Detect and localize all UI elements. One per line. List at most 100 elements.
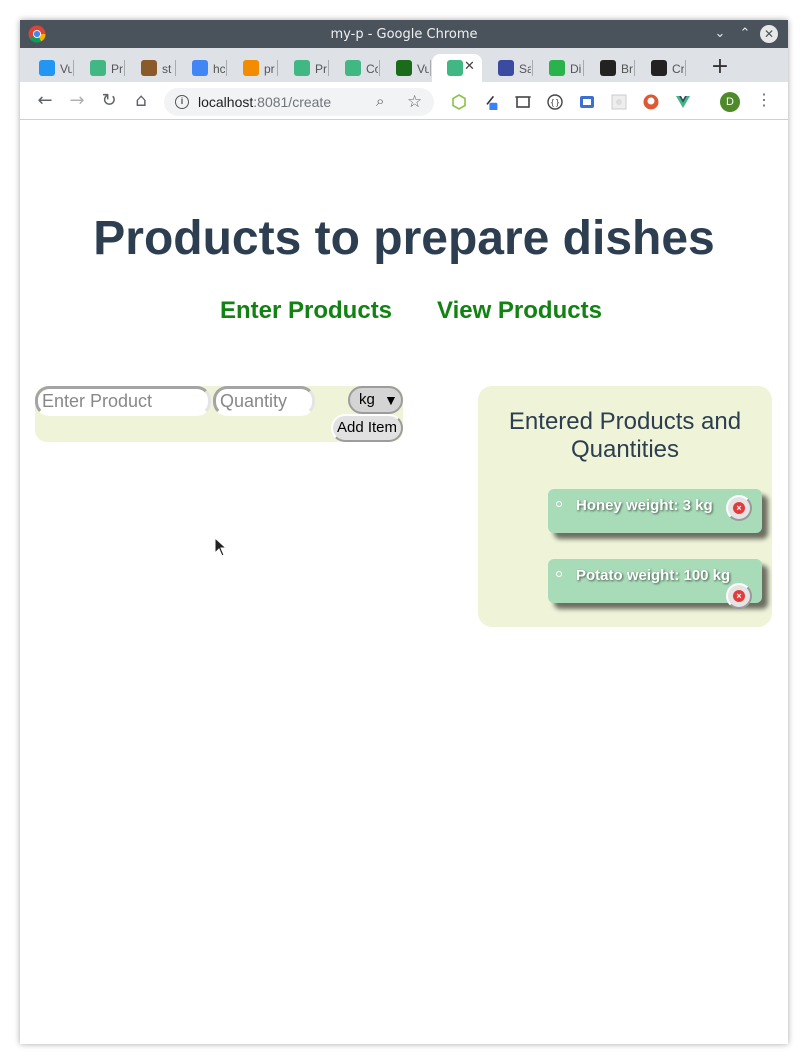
nodejs-extension-icon[interactable]: [451, 94, 467, 110]
url-host: localhost: [198, 94, 254, 110]
browser-tab[interactable]: ✕: [432, 54, 482, 82]
eyedropper-extension-icon[interactable]: [483, 94, 499, 110]
duckduckgo-extension-icon[interactable]: [643, 94, 659, 110]
remove-item-button[interactable]: ×: [726, 583, 752, 609]
github-favicon-icon: [651, 60, 667, 76]
list-heading: Entered Products and Quantities: [508, 408, 742, 463]
add-item-button[interactable]: Add Item: [331, 414, 403, 442]
back-button[interactable]: ←: [34, 91, 56, 113]
tab-label: Pr: [315, 62, 327, 76]
browser-tab[interactable]: Cc: [330, 54, 380, 82]
remove-icon: ×: [733, 502, 745, 514]
list-item: Honey weight: 3 kg ×: [548, 489, 762, 533]
screenshot-extension-icon[interactable]: [515, 94, 531, 110]
tab-label: Pr: [111, 62, 123, 76]
stack-favicon-icon: [141, 60, 157, 76]
scales-favicon-icon: [498, 60, 514, 76]
title-bar: my-p - Google Chrome ⌄ ⌃ ✕: [20, 20, 788, 48]
browser-tab[interactable]: Br: [585, 54, 635, 82]
tab-separator: [379, 60, 380, 76]
grid-extension-icon[interactable]: [611, 94, 627, 110]
tab-label: st: [162, 62, 172, 76]
github-favicon-icon: [600, 60, 616, 76]
vue-devtools-extension-icon[interactable]: [675, 94, 691, 110]
google-favicon-icon: [192, 60, 208, 76]
enter-products-link[interactable]: Enter Products: [220, 297, 392, 325]
bullet-icon: [556, 501, 562, 507]
info-icon[interactable]: i: [175, 95, 189, 109]
browser-tab[interactable]: Pr: [279, 54, 329, 82]
window-title: my-p - Google Chrome: [330, 27, 478, 42]
tab-separator: [226, 60, 227, 76]
address-bar[interactable]: i localhost:8081/create ⌕ ☆: [164, 88, 434, 116]
tab-close-icon[interactable]: ✕: [464, 59, 475, 74]
unit-select[interactable]: kg ▼: [348, 386, 403, 414]
green-favicon-icon: [549, 60, 565, 76]
tab-label: Cr: [672, 62, 684, 76]
browser-tab[interactable]: Vu: [381, 54, 431, 82]
tab-separator: [583, 60, 584, 76]
list-item-text: Potato weight: 100 kg: [576, 567, 731, 584]
url-text[interactable]: localhost:8081/create: [198, 94, 331, 110]
unit-value: kg: [359, 391, 375, 408]
tab-separator: [175, 60, 176, 76]
remove-item-button[interactable]: ×: [726, 495, 752, 521]
browser-tab[interactable]: st: [126, 54, 176, 82]
reader-extension-icon[interactable]: [579, 94, 595, 110]
product-input[interactable]: Enter Product: [35, 386, 211, 416]
new-tab-button[interactable]: +: [708, 56, 732, 80]
tab-separator: [277, 60, 278, 76]
vue-favicon-icon: [447, 60, 463, 76]
url-path: :8081/create: [253, 94, 332, 110]
browser-tab[interactable]: Cr: [636, 54, 686, 82]
browser-window: my-p - Google Chrome ⌄ ⌃ ✕ + Vu Pr st hc pr P…: [20, 20, 788, 1044]
browser-tab[interactable]: pr: [228, 54, 278, 82]
browser-tab[interactable]: Vu: [24, 54, 74, 82]
forward-button[interactable]: →: [66, 91, 88, 113]
tab-separator: [124, 60, 125, 76]
remove-icon: ×: [733, 590, 745, 602]
vue-favicon-icon: [345, 60, 361, 76]
browser-tab[interactable]: Sa: [483, 54, 533, 82]
page-content: Products to prepare dishes Enter Product…: [20, 121, 788, 1044]
vue-favicon-icon: [294, 60, 310, 76]
zoom-icon[interactable]: ⌕: [376, 93, 384, 110]
products-list-panel: Entered Products and Quantities Honey we…: [478, 386, 772, 627]
reload-button[interactable]: ↻: [98, 91, 120, 113]
close-window-button[interactable]: ✕: [760, 25, 778, 43]
list-item-text: Honey weight: 3 kg: [576, 497, 713, 514]
svg-text:{}: {}: [550, 98, 560, 107]
page-title: Products to prepare dishes: [93, 212, 715, 265]
tab-separator: [532, 60, 533, 76]
tab-separator: [430, 60, 431, 76]
orange-favicon-icon: [243, 60, 259, 76]
tab-label: Cc: [366, 62, 378, 76]
vue-favicon-icon: [39, 60, 55, 76]
tab-label: hc: [213, 62, 225, 76]
tab-label: Vu: [417, 62, 429, 76]
quantity-input[interactable]: Quantity: [213, 386, 315, 416]
tab-separator: [73, 60, 74, 76]
tab-label: Vu: [60, 62, 72, 76]
home-button[interactable]: ⌂: [130, 91, 152, 113]
menu-button[interactable]: ⋮: [756, 90, 772, 112]
tab-label: Sa: [519, 62, 531, 76]
profile-avatar[interactable]: D: [720, 92, 740, 112]
tab-label: Br: [621, 62, 633, 76]
tab-separator: [685, 60, 686, 76]
code-extension-icon[interactable]: {}: [547, 94, 563, 110]
browser-tab[interactable]: Pr: [75, 54, 125, 82]
browser-tab[interactable]: hc: [177, 54, 227, 82]
maximize-button[interactable]: ⌃: [735, 24, 755, 44]
tab-label: pr: [264, 62, 275, 76]
view-products-link[interactable]: View Products: [437, 297, 602, 325]
list-item: Potato weight: 100 kg ×: [548, 559, 762, 609]
browser-tab[interactable]: Di: [534, 54, 584, 82]
bookmark-star-icon[interactable]: ☆: [407, 92, 422, 112]
tab-separator: [328, 60, 329, 76]
browser-toolbar: ← → ↻ ⌂ i localhost:8081/create ⌕ ☆ {} D…: [20, 82, 788, 120]
vue-favicon-icon: [90, 60, 106, 76]
minimize-button[interactable]: ⌄: [710, 24, 730, 44]
bullet-icon: [556, 571, 562, 577]
dropdown-caret-icon: ▼: [384, 392, 398, 408]
